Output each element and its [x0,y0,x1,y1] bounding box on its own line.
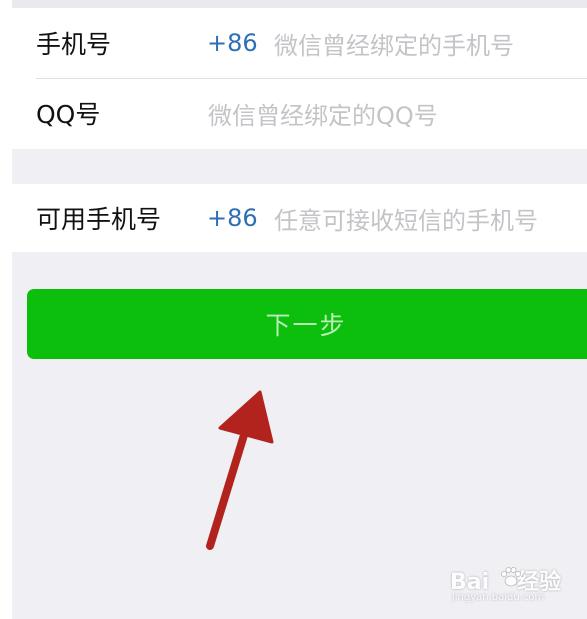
baidu-jingyan-watermark: Bai 经验 jingyan.baidu.com [450,562,575,606]
red-arrow-annotation [206,390,274,550]
watermark-url: jingyan.baidu.com [452,592,545,603]
next-step-button[interactable]: 下一步 [27,289,587,359]
phone-country-code[interactable]: +86 [207,29,258,57]
account-info-group: 手机号 +86 微信曾经绑定的手机号 QQ号 微信曾经绑定的QQ号 [12,8,587,149]
left-edge-strip [0,0,12,619]
recovery-form-screen: 手机号 +86 微信曾经绑定的手机号 QQ号 微信曾经绑定的QQ号 可用手机号 … [0,0,587,619]
available-phone-row[interactable]: 可用手机号 +86 任意可接收短信的手机号 [12,184,587,252]
top-divider-strip [12,0,587,8]
phone-label: 手机号 [36,30,112,59]
qq-input[interactable]: 微信曾经绑定的QQ号 [208,96,438,131]
available-phone-group: 可用手机号 +86 任意可接收短信的手机号 [12,184,587,252]
available-phone-country-code[interactable]: +86 [207,204,258,232]
qq-label: QQ号 [36,100,101,129]
available-phone-label: 可用手机号 [36,205,162,234]
paw-icon [501,567,521,587]
available-phone-input[interactable]: 任意可接收短信的手机号 [274,201,538,236]
qq-row[interactable]: QQ号 微信曾经绑定的QQ号 [12,78,587,148]
phone-row[interactable]: 手机号 +86 微信曾经绑定的手机号 [12,8,587,78]
phone-input[interactable]: 微信曾经绑定的手机号 [274,26,514,61]
